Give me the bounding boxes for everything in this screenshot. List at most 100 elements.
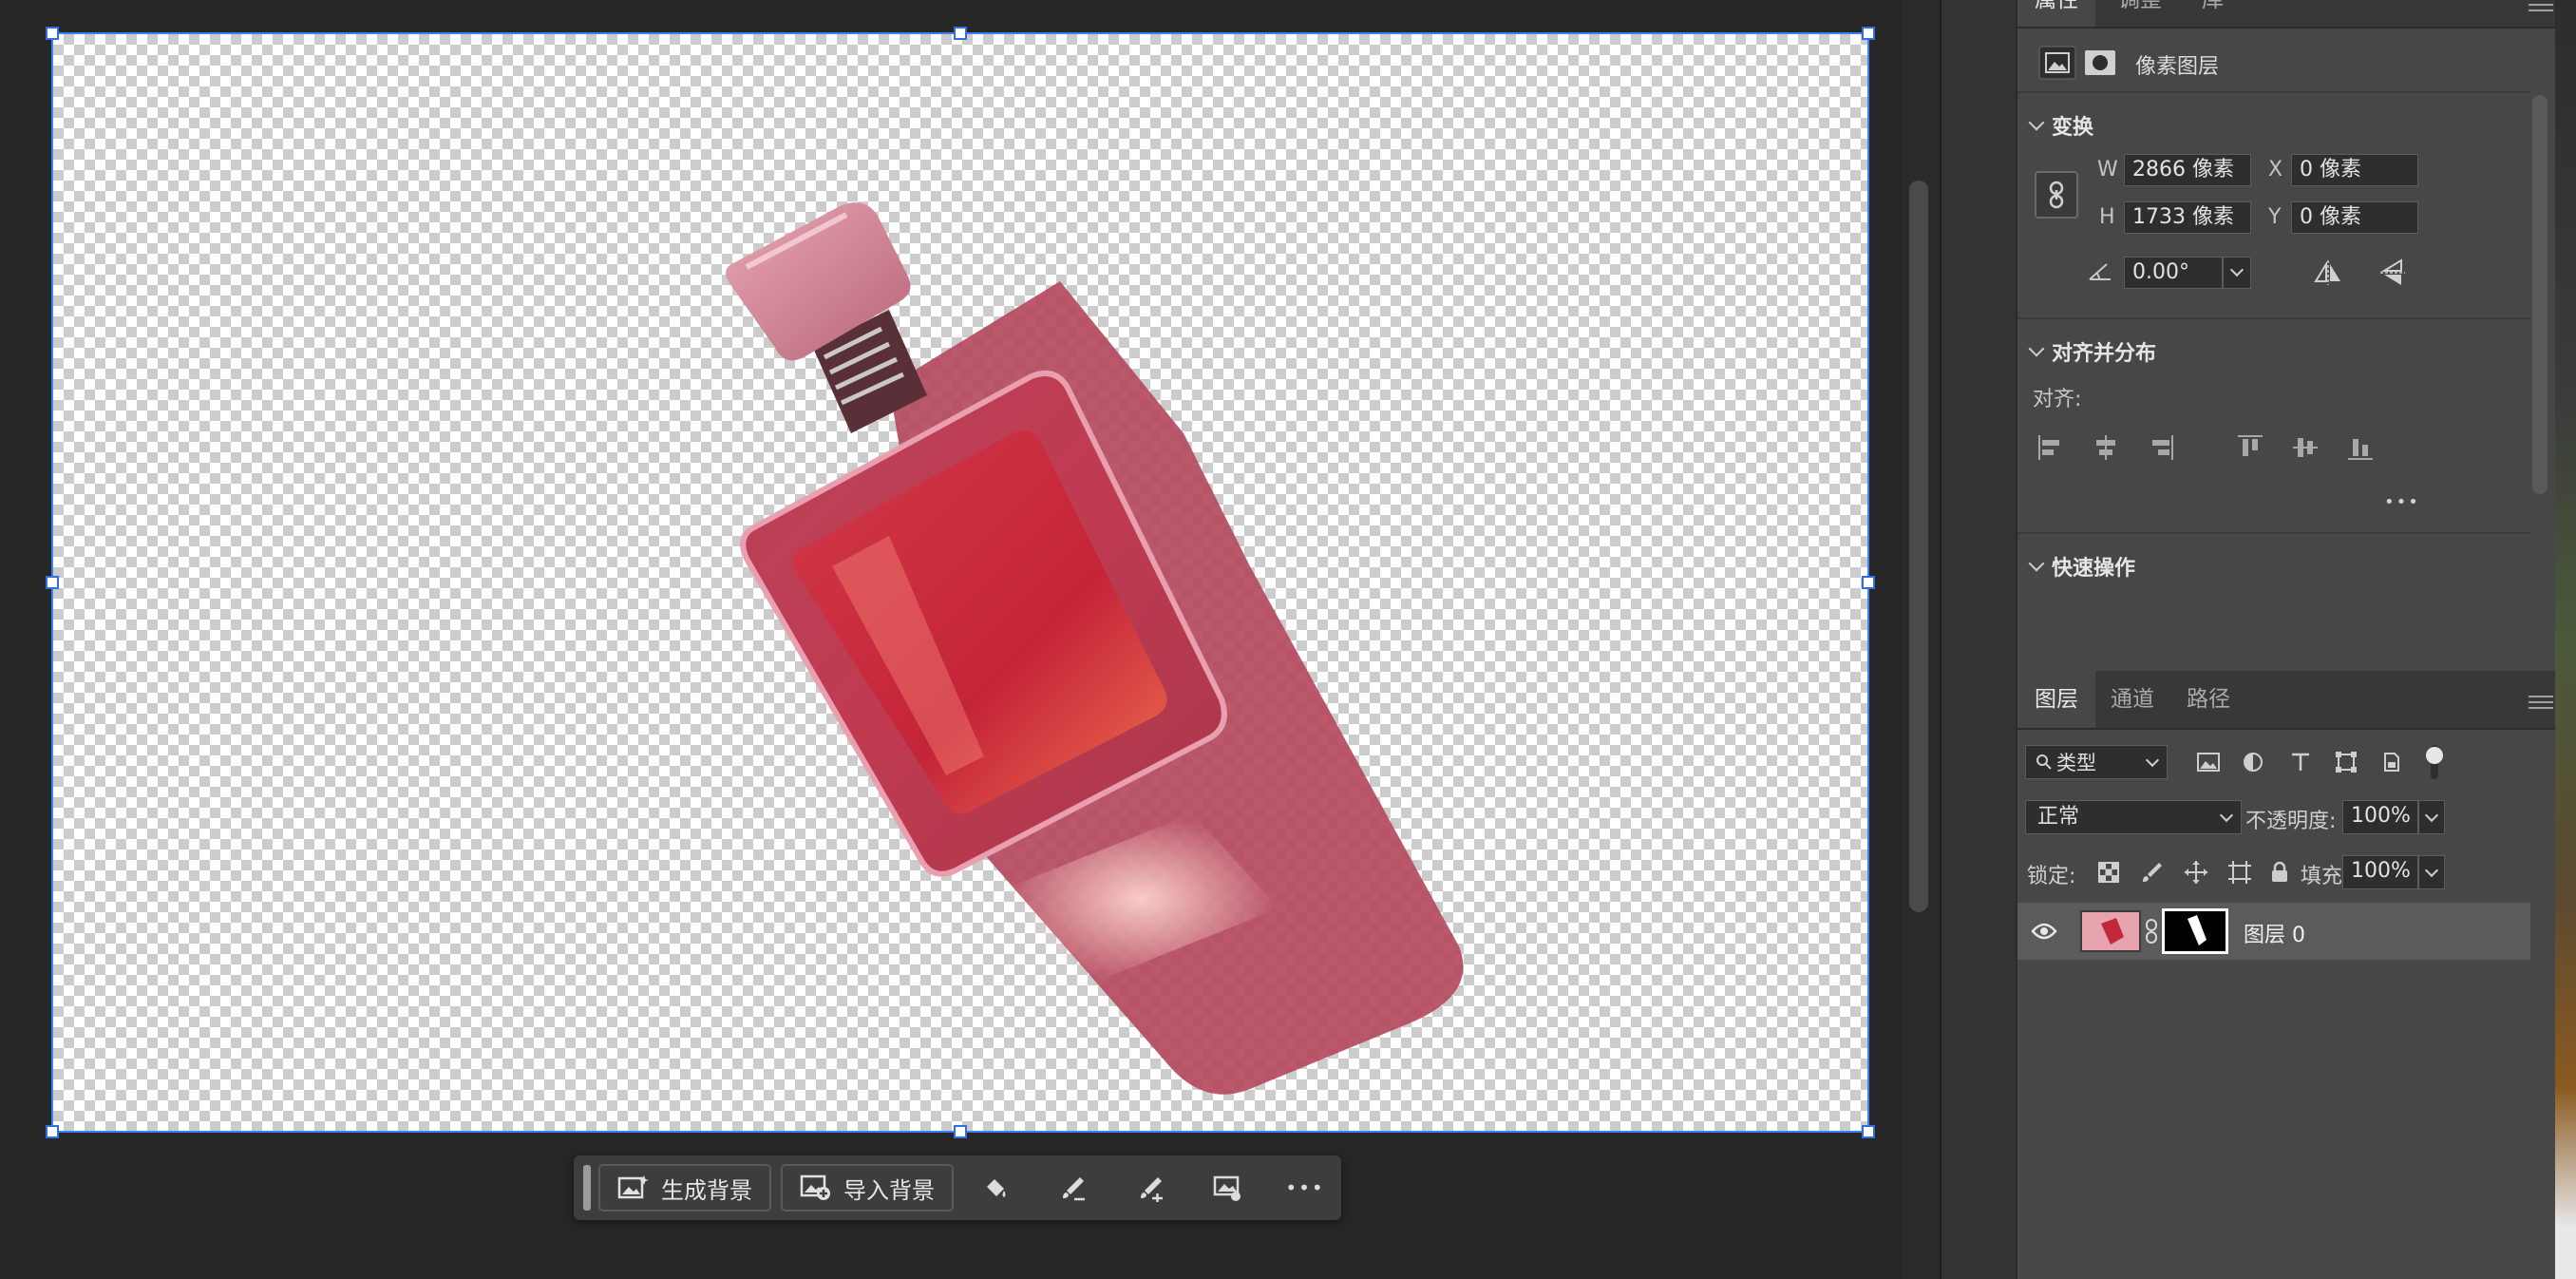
align-left-icon[interactable] [2036,433,2065,462]
more-options-label: ••• [1285,1176,1325,1199]
panel-menu-icon[interactable] [2529,0,2553,13]
opacity-field[interactable]: 100% [2342,800,2418,834]
properties-tab-row: 属性 调整 库 [2017,0,2557,29]
y-field[interactable]: 0 像素 [2291,201,2418,234]
layers-panel-menu-icon[interactable] [2529,692,2553,711]
document-canvas[interactable] [46,27,1875,1138]
link-icon [2049,181,2064,209]
align-vertical-center-icon[interactable] [2291,433,2320,462]
tab-layers[interactable]: 图层 [2017,671,2095,728]
blend-mode-value: 正常 [2037,805,2080,829]
align-top-icon[interactable] [2236,433,2264,462]
eye-icon[interactable] [2031,922,2057,941]
angle-field[interactable]: 0.00° [2124,257,2223,289]
handle-top-center[interactable] [954,27,967,40]
lock-all-icon[interactable] [2266,859,2293,886]
filter-toggle[interactable] [2426,745,2443,779]
lock-position-move-icon[interactable] [2183,859,2209,886]
lock-artboard-icon[interactable] [2226,859,2253,886]
layer-mask-thumbnail[interactable] [2162,908,2228,954]
filter-smart-object-icon[interactable] [2380,751,2403,773]
filter-adjustment-icon[interactable] [2242,751,2264,773]
handle-middle-right[interactable] [1862,576,1875,589]
tab-adjustments[interactable]: 调整 [2101,0,2179,27]
align-bottom-icon[interactable] [2346,433,2375,462]
layers-tab-row: 图层 通道 路径 [2017,671,2557,730]
chevron-down-icon [2219,808,2234,823]
taskbar-drag-handle[interactable] [583,1165,591,1211]
contextual-task-bar: 生成背景 导入背景 ••• [574,1155,1341,1220]
handle-bottom-left[interactable] [46,1125,59,1138]
lock-pixels-brush-icon[interactable] [2139,859,2166,886]
width-field[interactable]: 2866 像素 [2124,154,2251,186]
divider [2017,91,2530,93]
canvas-workspace[interactable]: 生成背景 导入背景 ••• [0,0,1902,1279]
handle-middle-left[interactable] [46,576,59,589]
brush-subtract-icon[interactable] [1054,1169,1092,1207]
handle-top-left[interactable] [46,27,59,40]
link-dimensions-button[interactable] [2035,171,2078,219]
x-field[interactable]: 0 像素 [2291,154,2418,186]
transform-section-header[interactable]: 变换 [2028,110,2094,141]
perfume-bottle-image[interactable] [53,34,1867,1131]
filter-type-icon[interactable] [2289,751,2312,773]
link-icon[interactable] [2145,918,2158,945]
chevron-down-icon [2145,753,2160,768]
handle-bottom-right[interactable] [1862,1125,1875,1138]
filter-shape-icon[interactable] [2335,751,2358,773]
background-window-edge [2555,0,2576,1279]
opacity-slider-button[interactable] [2418,800,2445,834]
fill-field[interactable]: 100% [2342,855,2418,889]
transform-title: 变换 [2052,116,2094,140]
chevron-down-icon [2229,262,2245,277]
lock-label: 锁定: [2027,865,2076,888]
angle-dropdown[interactable] [2223,257,2251,289]
quick-actions-section-header[interactable]: 快速操作 [2028,551,2136,582]
generate-background-button[interactable]: 生成背景 [598,1164,771,1212]
fill-slider-button[interactable] [2418,855,2445,889]
mask-settings-icon[interactable] [1208,1169,1246,1207]
brush-add-icon[interactable] [1132,1169,1170,1207]
layer-row[interactable]: 图层 0 [2017,903,2530,960]
pixel-layer-icon [2038,46,2076,80]
generate-background-label: 生成背景 [661,1176,752,1204]
panel-dock-strip [1940,0,2017,1279]
angle-icon [2089,263,2111,280]
import-background-button[interactable]: 导入背景 [781,1164,954,1212]
chevron-down-icon [2424,808,2439,823]
blend-mode-dropdown[interactable]: 正常 [2025,800,2242,834]
image-sparkle-icon [617,1175,649,1199]
divider [2017,317,2530,319]
properties-scrollbar[interactable] [2532,95,2548,494]
right-panels: 属性 调整 库 像素图层 变换 W 2866 像素 X 0 像素 H 1733 … [2016,0,2557,1279]
tab-channels[interactable]: 通道 [2093,671,2171,728]
lock-transparency-icon[interactable] [2095,859,2122,886]
fill-bucket-icon[interactable] [976,1169,1014,1207]
layer-thumbnail[interactable] [2080,910,2141,952]
layer-name[interactable]: 图层 0 [2244,918,2305,948]
flip-vertical-icon[interactable] [2378,257,2407,289]
handle-bottom-center[interactable] [954,1125,967,1138]
chevron-down-icon [2028,340,2045,357]
align-section-header[interactable]: 对齐并分布 [2028,336,2157,367]
filter-pixel-icon[interactable] [2196,751,2221,773]
align-label: 对齐: [2033,388,2082,411]
height-field[interactable]: 1733 像素 [2124,201,2251,234]
image-import-icon [800,1174,830,1200]
canvas-scrollbar-thumb[interactable] [1909,181,1928,912]
align-horizontal-center-icon[interactable] [2092,433,2120,462]
mask-icon[interactable] [2084,49,2116,76]
align-right-icon[interactable] [2147,433,2175,462]
tab-libraries[interactable]: 库 [2185,0,2241,27]
quick-actions-title: 快速操作 [2052,557,2136,581]
more-options-button[interactable]: ••• [1285,1169,1325,1207]
tab-properties[interactable]: 属性 [2017,0,2095,27]
layer-filter-dropdown[interactable]: 类型 [2025,745,2168,779]
flip-horizontal-icon[interactable] [2312,258,2344,287]
chevron-down-icon [2028,555,2045,572]
handle-top-right[interactable] [1862,27,1875,40]
align-more-button[interactable]: ••• [2384,492,2420,512]
align-title: 对齐并分布 [2052,342,2157,366]
tab-paths[interactable]: 路径 [2169,671,2247,728]
layer-filter-label: 类型 [2056,752,2096,774]
